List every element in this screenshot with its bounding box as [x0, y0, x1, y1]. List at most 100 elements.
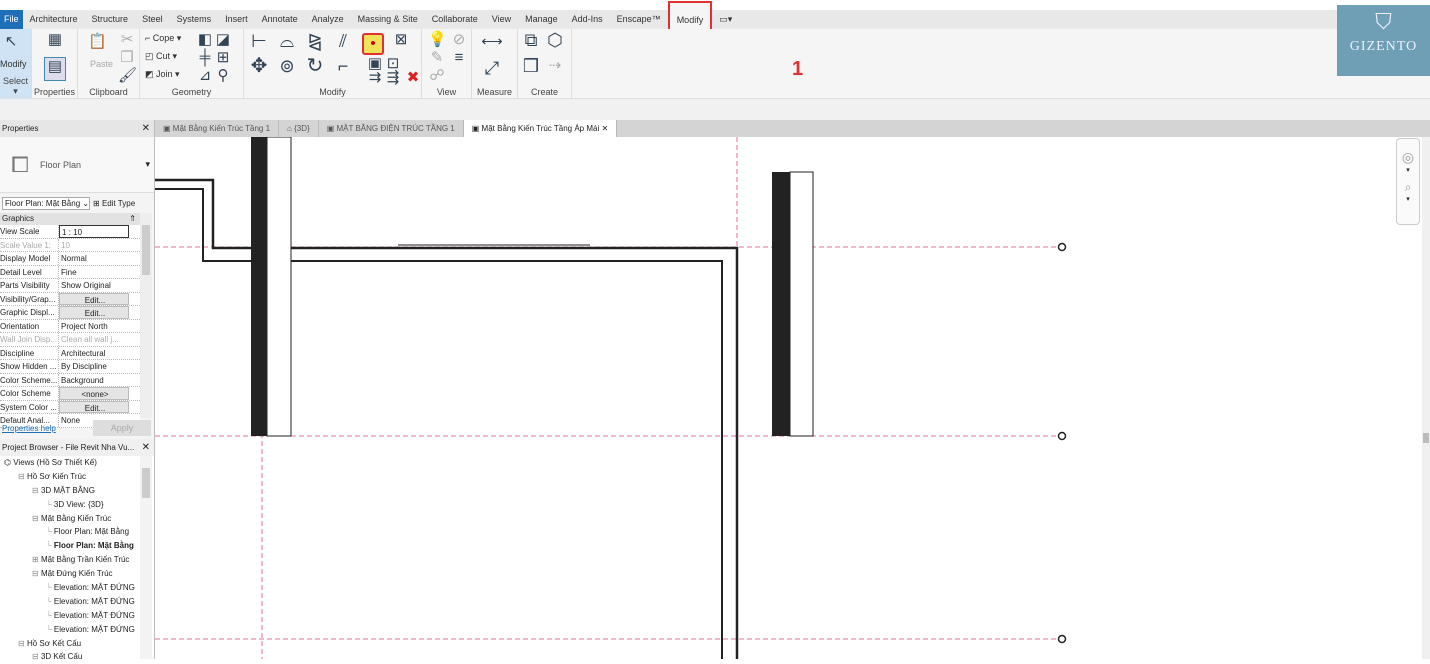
property-row[interactable]: View Scale 1 : 10	[0, 225, 140, 239]
property-value[interactable]: 1 : 10	[59, 225, 129, 238]
browser-item[interactable]: ⊟ Hồ Sơ Kết Cấu	[0, 637, 154, 651]
property-row[interactable]: Graphic Displ... Edit...	[0, 306, 140, 320]
split-element-icon[interactable]: •	[362, 33, 384, 55]
mirror-axis-icon[interactable]: ⧎	[306, 32, 324, 50]
ribbon-tab-steel[interactable]: Steel	[135, 10, 170, 29]
type-properties-icon[interactable]: ▦	[46, 31, 64, 49]
create-parts-icon[interactable]: ⬡	[546, 31, 564, 49]
modify-tool-button[interactable]: ↖ Modify Select ▾	[0, 29, 32, 99]
wall-joins-icon[interactable]: ◧	[196, 31, 214, 49]
apply-button[interactable]: Apply	[93, 420, 151, 436]
create-assembly-icon[interactable]: ⧉	[522, 31, 540, 49]
property-value[interactable]: Architectural	[59, 347, 129, 360]
type-selector[interactable]: ⧠ Floor Plan ▾	[0, 137, 154, 193]
property-row[interactable]: System Color ... Edit...	[0, 400, 140, 414]
match-properties-icon[interactable]: 🖌	[118, 67, 137, 85]
canvas-scrollbar[interactable]	[1422, 137, 1430, 659]
override-icon[interactable]: ⊘	[450, 31, 468, 49]
pick-icon[interactable]: ⚲	[214, 67, 232, 85]
browser-item[interactable]: └ Elevation: MẶT ĐỨNG	[0, 581, 154, 595]
browser-item[interactable]: ⊟ 3D Kết Cấu	[0, 650, 154, 664]
ribbon-tab-add-ins[interactable]: Add-Ins	[565, 10, 610, 29]
pin-icon[interactable]: ⊠	[392, 31, 410, 49]
select-icon[interactable]: ☍	[428, 67, 446, 85]
browser-item[interactable]: └ Elevation: MẶT ĐỨNG	[0, 623, 154, 637]
property-value[interactable]: Normal	[59, 252, 129, 265]
view-tab[interactable]: ⌂ {3D}	[279, 120, 319, 137]
delete-icon[interactable]: ✖	[404, 69, 422, 87]
linework-icon[interactable]: ✎	[428, 49, 446, 67]
steering-wheel-icon[interactable]: ◎	[1397, 149, 1419, 166]
join-button[interactable]: ◩ Join ▾	[145, 69, 180, 80]
trim-icon[interactable]: ⌐	[334, 57, 352, 75]
browser-item[interactable]: ⊟ Mặt Đứng Kiến Trúc	[0, 567, 154, 581]
view-tab[interactable]: ▣ MẶT BẰNG ĐIỆN TRÚC TẦNG 1	[319, 120, 464, 137]
properties-icon[interactable]: ▤	[44, 57, 66, 81]
properties-help-link[interactable]: Properties help	[2, 424, 56, 433]
property-value[interactable]: Edit...	[59, 400, 129, 413]
browser-item[interactable]: └ Floor Plan: Mặt Bằng	[0, 539, 154, 553]
measure-icon[interactable]: ⟷	[478, 33, 506, 51]
paste-icon[interactable]: 📋	[88, 33, 107, 51]
demolish-icon[interactable]: ⊞	[214, 49, 232, 67]
browser-item[interactable]: ⊞ Mặt Bằng Trần Kiến Trúc	[0, 553, 154, 567]
navigation-bar[interactable]: ◎ ▾ ⌕ ▾	[1396, 138, 1420, 225]
offset-icon[interactable]: ⌓	[278, 32, 296, 50]
rotate-icon[interactable]: ↻	[306, 56, 324, 76]
browser-item[interactable]: ⊟ 3D MẶT BẰNG	[0, 484, 154, 498]
expand-toggle-icon[interactable]: ⊟	[32, 652, 39, 661]
property-value[interactable]: Clean all wall j...	[59, 333, 129, 346]
property-row[interactable]: Color Scheme... Background	[0, 373, 140, 387]
ribbon-tab-systems[interactable]: Systems	[170, 10, 219, 29]
ribbon-tab-analyze[interactable]: Analyze	[305, 10, 351, 29]
mirror-draw-icon[interactable]: ⫽	[334, 32, 352, 50]
ribbon-tab-manage[interactable]: Manage	[518, 10, 565, 29]
ribbon-tab-modify[interactable]: Modify	[667, 0, 713, 31]
property-value[interactable]: Fine	[59, 266, 129, 279]
property-row[interactable]: Discipline Architectural	[0, 346, 140, 360]
edit-type-button[interactable]: ⊞ Edit Type	[93, 199, 135, 208]
instance-selector[interactable]: Floor Plan: Mặt Bằng ⌄	[2, 196, 90, 210]
ribbon-tab-annotate[interactable]: Annotate	[255, 10, 305, 29]
property-value[interactable]: <none>	[59, 387, 129, 400]
thin-lines-icon[interactable]: ≡	[450, 49, 468, 67]
create-similar-icon[interactable]: ⇢	[546, 57, 564, 75]
browser-item[interactable]: └ 3D View: {3D}	[0, 498, 154, 512]
paint-icon[interactable]: ◪	[214, 31, 232, 49]
property-row[interactable]: Display Model Normal	[0, 252, 140, 266]
close-icon[interactable]: ✕	[142, 120, 150, 137]
property-row[interactable]: Scale Value 1: 10	[0, 238, 140, 252]
hide-icon[interactable]: 💡	[428, 31, 447, 49]
browser-scrollbar[interactable]	[140, 456, 152, 659]
browser-item[interactable]: ⊟ Hồ Sơ Kiến Trúc	[0, 470, 154, 484]
ribbon-tab-insert[interactable]: Insert	[218, 10, 255, 29]
browser-item[interactable]: ⌬ Views (Hồ Sơ Thiết Kế)	[0, 456, 154, 470]
browser-item[interactable]: ⊟ Mặt Bằng Kiến Trúc	[0, 512, 154, 526]
property-row[interactable]: Show Hidden ... By Discipline	[0, 360, 140, 374]
graphics-group-header[interactable]: Graphics ⇑	[0, 213, 140, 225]
ribbon-tab-view[interactable]: View	[485, 10, 518, 29]
split-face-icon[interactable]: ╪	[196, 49, 214, 67]
expand-toggle-icon[interactable]: ⊟	[32, 514, 39, 523]
browser-item[interactable]: └ Elevation: MẶT ĐỨNG	[0, 595, 154, 609]
move-icon[interactable]: ✥	[250, 56, 268, 76]
property-row[interactable]: Orientation Project North	[0, 319, 140, 333]
property-value[interactable]: By Discipline	[59, 360, 129, 373]
cut-icon[interactable]: ✂	[118, 31, 136, 49]
property-value[interactable]: Show Original	[59, 279, 129, 292]
expand-toggle-icon[interactable]: ⊟	[18, 639, 25, 648]
copy-element-icon[interactable]: ⊚	[278, 57, 296, 75]
scale-icon[interactable]: ⇉	[366, 69, 384, 87]
ribbon-tab-file[interactable]: File	[0, 10, 23, 29]
property-row[interactable]: Detail Level Fine	[0, 265, 140, 279]
properties-scrollbar[interactable]	[140, 213, 152, 418]
edit-profile-icon[interactable]: ⊿	[196, 67, 214, 85]
property-value[interactable]: Background	[59, 374, 129, 387]
property-value[interactable]: Project North	[59, 320, 129, 333]
dimension-icon[interactable]: ⤢	[478, 59, 506, 77]
ribbon-tab-architecture[interactable]: Architecture	[23, 10, 85, 29]
view-tab[interactable]: ▣ Mặt Bằng Kiến Trúc Tầng Áp Mái ✕	[463, 120, 618, 137]
create-group-icon[interactable]: ❒	[522, 57, 540, 75]
align-icon[interactable]: ⊢	[250, 32, 268, 50]
cope-button[interactable]: ⌐ Cope ▾	[145, 33, 181, 44]
